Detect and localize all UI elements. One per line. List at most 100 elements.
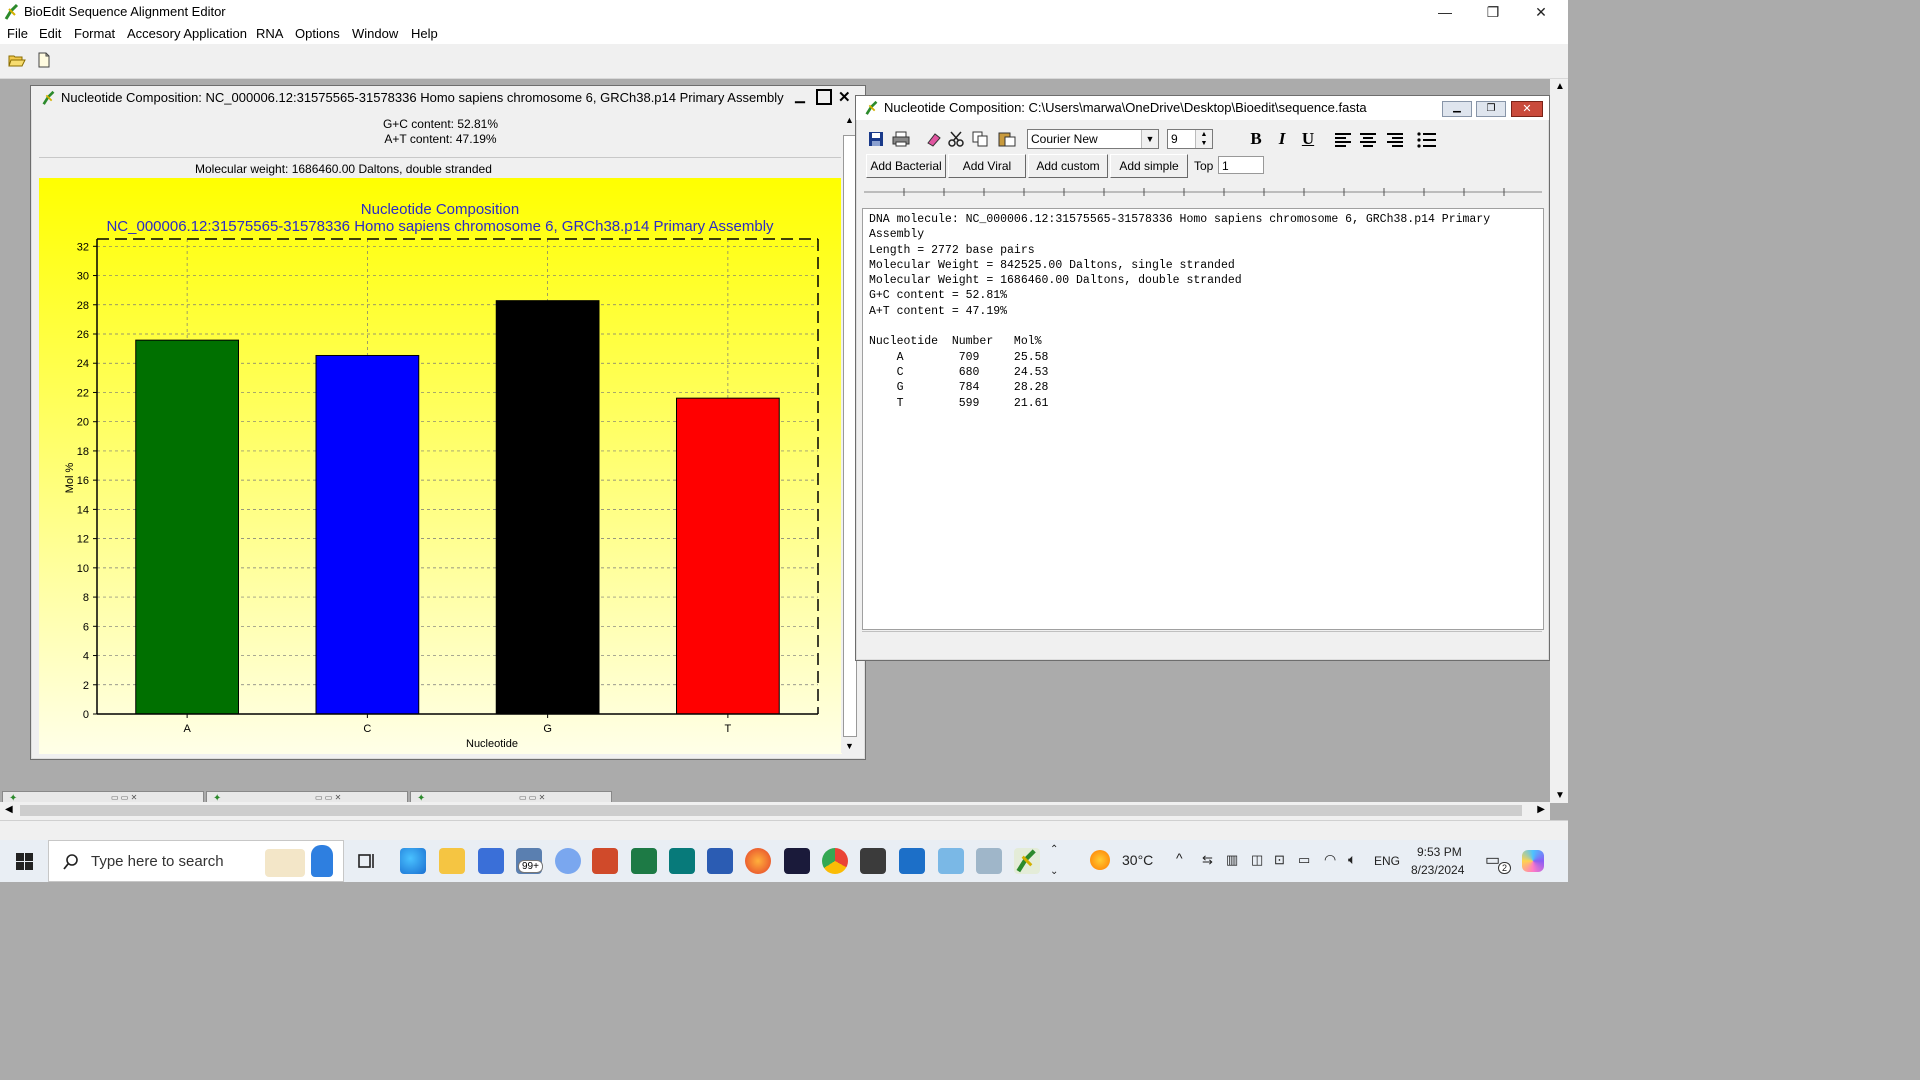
- chart-svg: Nucleotide Composition NC_000006.12:3157…: [39, 178, 842, 754]
- word-icon[interactable]: [707, 848, 733, 874]
- menu-window[interactable]: Window: [352, 26, 398, 41]
- scroll-right-arrow-icon[interactable]: ▶: [1537, 804, 1545, 815]
- file-explorer-icon[interactable]: [439, 848, 465, 874]
- menu-edit[interactable]: Edit: [39, 26, 61, 41]
- taskbar-scroll-down-icon[interactable]: ⌄: [1050, 866, 1058, 877]
- italic-button[interactable]: I: [1274, 129, 1290, 149]
- new-document-icon[interactable]: [36, 52, 54, 68]
- align-center-icon[interactable]: [1359, 132, 1377, 148]
- bullet-list-icon[interactable]: [1417, 132, 1437, 148]
- add-bacterial-button[interactable]: Add Bacterial: [866, 154, 946, 178]
- messenger-icon[interactable]: [555, 848, 581, 874]
- excel-icon[interactable]: [631, 848, 657, 874]
- molecular-weight-label: Molecular weight: 1686460.00 Daltons, do…: [195, 162, 492, 176]
- minimize-button[interactable]: —: [1422, 0, 1468, 24]
- text-minimize-button[interactable]: ▁: [1442, 101, 1472, 117]
- chart-close-button[interactable]: ✕: [838, 88, 851, 106]
- edge-browser-icon[interactable]: [400, 848, 426, 874]
- align-left-icon[interactable]: [1334, 132, 1352, 148]
- scroll-thumb[interactable]: [20, 805, 1522, 816]
- menu-help[interactable]: Help: [411, 26, 438, 41]
- add-custom-button[interactable]: Add custom: [1028, 154, 1108, 178]
- tray-app-icon[interactable]: ▥: [1226, 852, 1238, 868]
- weather-temperature[interactable]: 30°C: [1122, 852, 1153, 868]
- chart-minimize-button[interactable]: ▁: [795, 88, 805, 104]
- window-app-icon[interactable]: [938, 848, 964, 874]
- chart-window-titlebar[interactable]: Nucleotide Composition: NC_000006.12:315…: [31, 86, 865, 110]
- text-ruler[interactable]: [864, 182, 1545, 202]
- powerpoint-icon[interactable]: [592, 848, 618, 874]
- wifi-icon[interactable]: ◠: [1324, 851, 1336, 868]
- scroll-down-arrow-icon[interactable]: ▼: [1555, 790, 1565, 801]
- maximize-button[interactable]: ❐: [1470, 0, 1516, 24]
- text-restore-button[interactable]: ❐: [1476, 101, 1506, 117]
- menu-format[interactable]: Format: [74, 26, 115, 41]
- copy-icon[interactable]: [972, 131, 988, 147]
- scroll-up-arrow-icon[interactable]: ▲: [1555, 81, 1565, 92]
- folder-app-icon[interactable]: [976, 848, 1002, 874]
- battery-icon[interactable]: ▭: [1298, 852, 1310, 868]
- text-close-button[interactable]: ✕: [1511, 101, 1543, 117]
- restore-icon[interactable]: ▭ ▭ ✕: [315, 793, 341, 802]
- mdi-horizontal-scrollbar[interactable]: ◀ ▶: [0, 802, 1550, 820]
- bioedit-taskbar-icon[interactable]: [1014, 848, 1040, 874]
- bold-button[interactable]: B: [1248, 129, 1264, 149]
- menu-rna[interactable]: RNA: [256, 26, 283, 41]
- weather-icon[interactable]: [1090, 850, 1110, 870]
- mdi-vertical-scrollbar[interactable]: ▲ ▼: [1550, 79, 1568, 803]
- scroll-down-arrow-icon[interactable]: ▼: [845, 741, 854, 751]
- restore-icon[interactable]: ▭ ▭ ✕: [519, 793, 545, 802]
- text-results-editor[interactable]: DNA molecule: NC_000006.12:31575565-3157…: [862, 208, 1544, 630]
- menu-options[interactable]: Options: [295, 26, 340, 41]
- windows-start-icon[interactable]: [16, 853, 33, 870]
- menu-accessory-application[interactable]: Accesory Application: [127, 26, 247, 41]
- restore-icon[interactable]: ▭ ▭ ✕: [111, 793, 137, 802]
- text-window-titlebar[interactable]: Nucleotide Composition: C:\Users\marwa\O…: [856, 96, 1549, 120]
- input-language[interactable]: ENG: [1374, 854, 1400, 868]
- save-icon[interactable]: [868, 131, 884, 147]
- scroll-up-arrow-icon[interactable]: ▲: [845, 115, 854, 125]
- close-button[interactable]: ✕: [1518, 0, 1564, 24]
- paste-icon[interactable]: [998, 131, 1016, 147]
- chevron-down-icon[interactable]: ▼: [1141, 130, 1158, 148]
- x-tick-label: T: [725, 723, 732, 735]
- copilot-icon[interactable]: [1522, 850, 1544, 872]
- dark-app-icon[interactable]: [784, 848, 810, 874]
- mail-icon[interactable]: 99+: [516, 848, 543, 874]
- volume-icon[interactable]: 🔈︎: [1348, 851, 1356, 868]
- open-folder-icon[interactable]: [8, 52, 26, 68]
- chrome-icon[interactable]: [822, 848, 848, 874]
- chart-maximize-button[interactable]: [816, 89, 832, 105]
- font-size-stepper[interactable]: 9 ▲ ▼: [1167, 129, 1213, 149]
- scroll-left-arrow-icon[interactable]: ◀: [5, 804, 13, 815]
- taskbar-scroll-up-icon[interactable]: ⌃: [1050, 844, 1058, 855]
- bar-g: [495, 300, 600, 715]
- underline-button[interactable]: U: [1300, 129, 1316, 149]
- add-simple-button[interactable]: Add simple: [1110, 154, 1188, 178]
- x-axis-label: Nucleotide: [466, 738, 518, 750]
- meet-now-icon[interactable]: ⊡: [1274, 852, 1285, 868]
- publisher-icon[interactable]: [669, 848, 695, 874]
- menu-file[interactable]: File: [7, 26, 28, 41]
- show-hidden-icons-icon[interactable]: ^: [1176, 850, 1183, 866]
- add-viral-button[interactable]: Add Viral: [948, 154, 1026, 178]
- top-input[interactable]: 1: [1218, 156, 1264, 174]
- y-tick-label: 32: [77, 241, 89, 253]
- camera-icon[interactable]: ◫: [1251, 852, 1263, 868]
- task-view-icon[interactable]: [358, 852, 376, 870]
- stepper-arrows-icon[interactable]: ▲ ▼: [1195, 130, 1212, 148]
- game-app-icon[interactable]: [860, 848, 886, 874]
- font-name-select[interactable]: Courier New ▼: [1027, 129, 1159, 149]
- taskbar-search-box[interactable]: Type here to search: [48, 840, 344, 882]
- eraser-icon[interactable]: [926, 131, 942, 147]
- align-right-icon[interactable]: [1386, 132, 1404, 148]
- microsoft-store-icon[interactable]: [478, 848, 504, 874]
- print-icon[interactable]: [892, 131, 910, 147]
- tray-app-icon[interactable]: ⇆: [1202, 852, 1213, 868]
- y-tick-label: 22: [77, 387, 89, 399]
- remote-desktop-icon[interactable]: [899, 848, 925, 874]
- clock-time[interactable]: 9:53 PM: [1417, 845, 1462, 859]
- cut-icon[interactable]: [948, 131, 964, 147]
- clock-date[interactable]: 8/23/2024: [1411, 863, 1464, 877]
- firefox-icon[interactable]: [745, 848, 771, 874]
